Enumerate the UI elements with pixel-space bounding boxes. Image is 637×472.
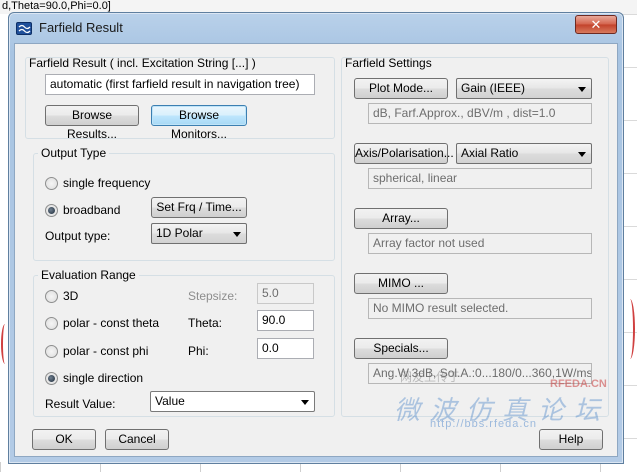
background-curve: [625, 299, 635, 359]
ok-button[interactable]: OK: [32, 429, 96, 450]
phi-label: Phi:: [188, 344, 209, 358]
mimo-info: No MIMO result selected.: [368, 298, 592, 319]
broadband-label: broadband: [63, 203, 121, 217]
polar-const-phi-radio[interactable]: [45, 345, 58, 358]
dialog-body: Farfield Result ( incl. Excitation Strin…: [14, 43, 618, 457]
array-info: Array factor not used: [368, 233, 592, 254]
theta-input[interactable]: 90.0: [257, 310, 314, 331]
output-type-value: 1D Polar: [156, 226, 203, 240]
title-bar[interactable]: Farfield Result ✕: [9, 13, 623, 43]
single-direction-radio[interactable]: [45, 372, 58, 385]
set-frq-time-button[interactable]: Set Frq / Time...: [151, 197, 247, 218]
mimo-button[interactable]: MIMO ...: [354, 273, 448, 294]
axis-polarisation-button[interactable]: Axis/Polarisation...: [354, 143, 454, 164]
3d-label: 3D: [63, 289, 79, 303]
polar-const-theta-radio[interactable]: [45, 317, 58, 330]
farfield-app-icon: [16, 22, 32, 35]
browse-monitors-button[interactable]: Browse Monitors...: [151, 105, 247, 141]
single-frequency-label: single frequency: [63, 176, 151, 190]
chevron-down-icon: [233, 232, 241, 237]
close-button[interactable]: ✕: [575, 15, 617, 34]
array-button[interactable]: Array...: [354, 208, 448, 229]
plot-mode-value: Gain (IEEE): [461, 81, 526, 95]
output-type-label: Output type:: [45, 229, 111, 243]
result-value-label: Result Value:: [45, 397, 116, 411]
browse-results-button[interactable]: Browse Results...: [45, 105, 139, 141]
farfield-result-group-title: Farfield Result ( incl. Excitation Strin…: [29, 56, 256, 70]
chevron-down-icon: [578, 152, 586, 157]
axis-value: Axial Ratio: [461, 146, 519, 160]
help-button[interactable]: Help: [539, 429, 603, 450]
result-value-value: Value: [155, 394, 185, 408]
chevron-down-icon: [301, 400, 309, 405]
axis-info: spherical, linear: [368, 168, 592, 189]
phi-input[interactable]: 0.0: [257, 338, 314, 359]
plot-mode-button[interactable]: Plot Mode...: [354, 78, 448, 99]
specials-button[interactable]: Specials...: [354, 338, 448, 359]
evaluation-range-group-title: Evaluation Range: [38, 268, 139, 282]
polar-const-theta-label: polar - const theta: [63, 316, 160, 330]
result-value-select[interactable]: Value: [150, 391, 315, 412]
single-direction-label: single direction: [63, 371, 144, 385]
farfield-settings-group-title: Farfield Settings: [345, 56, 432, 70]
chevron-down-icon: [578, 87, 586, 92]
close-icon: ✕: [590, 17, 602, 32]
output-type-select[interactable]: 1D Polar: [151, 223, 247, 244]
farfield-result-dialog: Farfield Result ✕ Farfield Result ( incl…: [8, 12, 624, 464]
specials-info: Ang.W.3dB, Sol.A.:0...180/0...360,1W/ms: [368, 363, 592, 384]
stepsize-input[interactable]: 5.0: [257, 283, 314, 304]
dialog-title: Farfield Result: [39, 20, 123, 35]
farfield-result-field[interactable]: automatic (first farfield result in navi…: [45, 74, 315, 95]
polar-const-phi-label: polar - const phi: [63, 344, 149, 358]
plot-mode-info: dB, Farf.Approx., dBV/m , dist=1.0: [368, 103, 592, 124]
broadband-radio[interactable]: [45, 204, 58, 217]
theta-label: Theta:: [188, 316, 223, 330]
output-type-group-title: Output Type: [38, 146, 110, 160]
axis-select[interactable]: Axial Ratio: [456, 143, 592, 164]
3d-radio[interactable]: [45, 290, 58, 303]
cancel-button[interactable]: Cancel: [105, 429, 169, 450]
stepsize-label: Stepsize:: [188, 289, 238, 303]
single-frequency-radio[interactable]: [45, 177, 58, 190]
plot-mode-select[interactable]: Gain (IEEE): [456, 78, 592, 99]
